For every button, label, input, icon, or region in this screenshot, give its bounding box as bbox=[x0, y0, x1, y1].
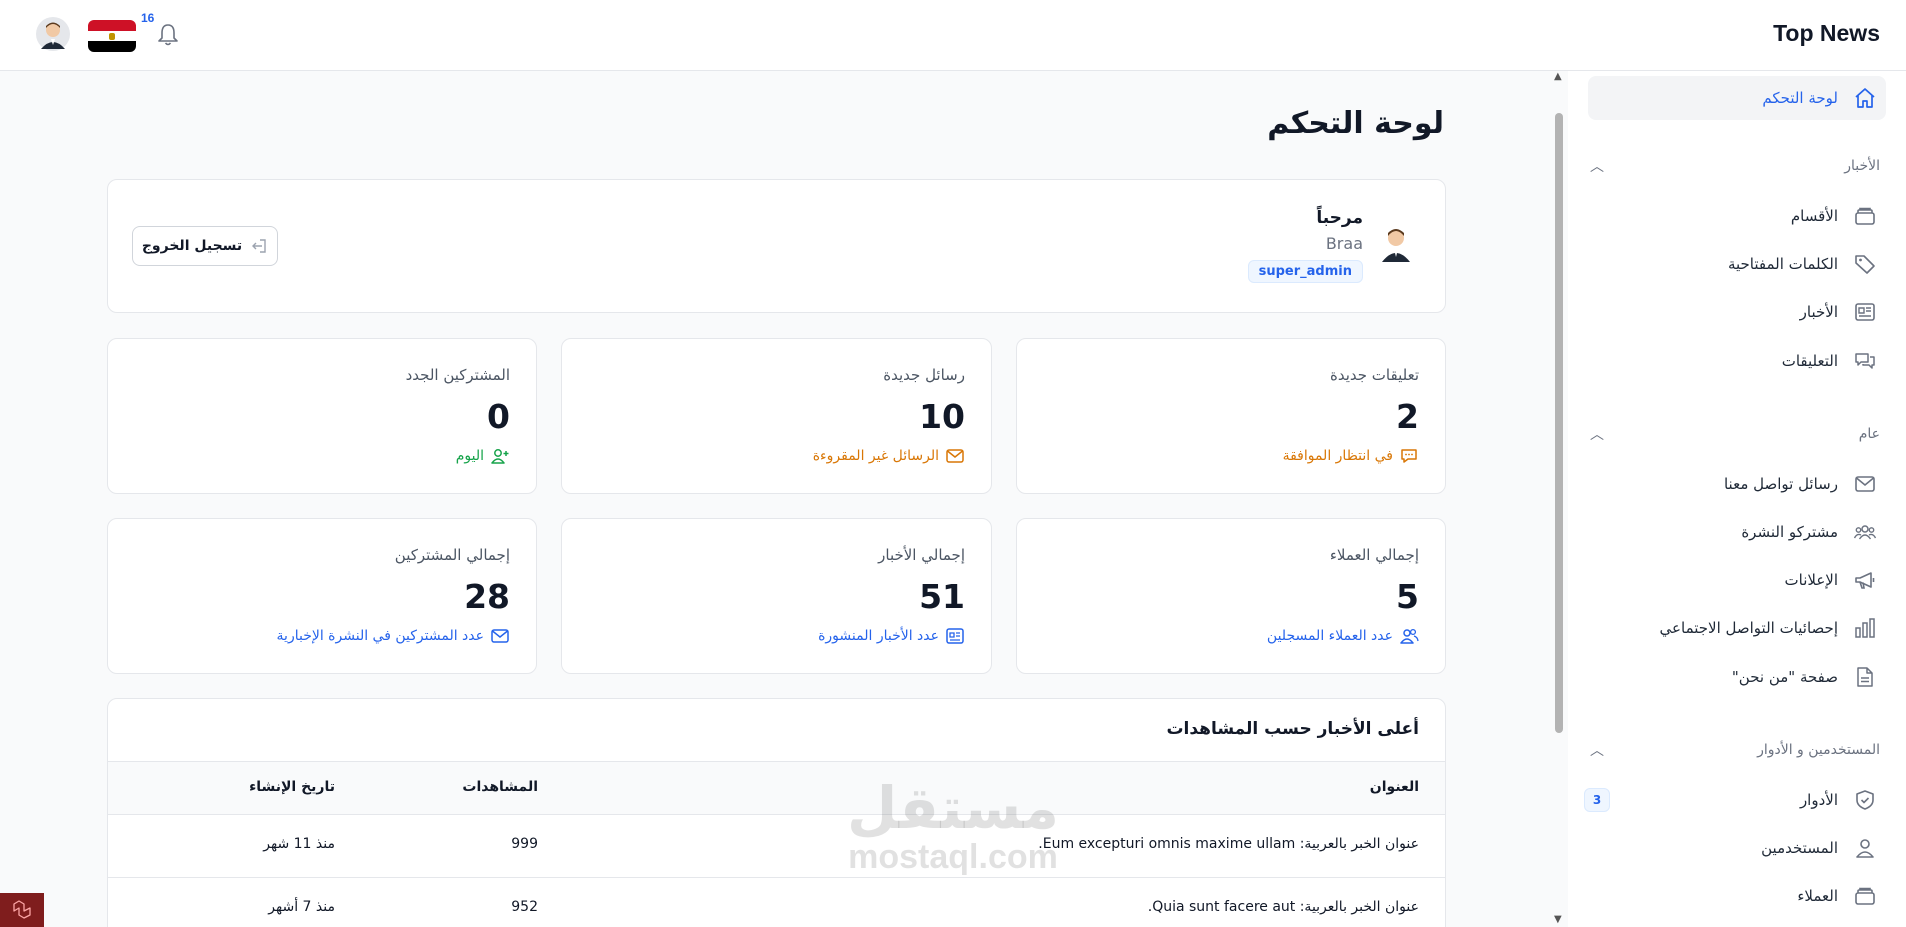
table-row[interactable]: عنوان الخبر بالعربية: Quia sunt facere a… bbox=[108, 878, 1445, 927]
document-icon bbox=[1852, 664, 1878, 690]
user-icon bbox=[1852, 835, 1878, 861]
stat-value: 51 bbox=[919, 577, 965, 616]
page-title: لوحة التحكم bbox=[1267, 106, 1444, 141]
sidebar-item-comments[interactable]: التعليقات bbox=[1568, 339, 1906, 383]
sidebar-item-categories[interactable]: الأقسام bbox=[1568, 194, 1906, 238]
bell-icon[interactable] bbox=[156, 22, 180, 48]
stat-value: 28 bbox=[464, 577, 510, 616]
sidebar-item-dashboard[interactable]: لوحة التحكم bbox=[1588, 76, 1886, 120]
stat-card-total-clients[interactable]: إجمالي العملاء 5 عدد العملاء المسجلين bbox=[1016, 518, 1446, 674]
main-scrollbar[interactable]: ▲ ▼ bbox=[1550, 71, 1568, 927]
user-plus-icon bbox=[490, 446, 510, 466]
sidebar-group-general[interactable]: عام ︿ bbox=[1590, 420, 1880, 448]
newspaper-icon bbox=[1852, 299, 1878, 325]
users-icon bbox=[1399, 626, 1419, 646]
scroll-down-arrow-icon[interactable]: ▼ bbox=[1554, 914, 1562, 925]
stat-value: 0 bbox=[487, 397, 510, 436]
cell-title: عنوان الخبر بالعربية: Eum excepturi omni… bbox=[1038, 836, 1419, 852]
chevron-up-icon: ︿ bbox=[1590, 427, 1604, 443]
stat-value: 5 bbox=[1396, 577, 1419, 616]
home-icon bbox=[1852, 85, 1878, 111]
chevron-up-icon: ︿ bbox=[1590, 159, 1604, 175]
notification-count-badge: 16 bbox=[141, 11, 155, 25]
scroll-up-arrow-icon[interactable]: ▲ bbox=[1554, 71, 1562, 82]
newspaper-icon bbox=[945, 626, 965, 646]
column-created[interactable]: تاريخ الإنشاء bbox=[249, 779, 335, 795]
sidebar-item-roles[interactable]: الأدوار 3 bbox=[1568, 778, 1906, 822]
shield-check-icon bbox=[1852, 787, 1878, 813]
welcome-card: مرحباً Braa super_admin تسجيل الخروج bbox=[107, 179, 1446, 313]
chat-bubble-icon bbox=[1399, 446, 1419, 466]
scroll-thumb[interactable] bbox=[1555, 113, 1563, 733]
cell-views: 952 bbox=[511, 899, 538, 915]
envelope-icon bbox=[490, 626, 510, 646]
stat-card-total-subscribers[interactable]: إجمالي المشتركين 28 عدد المشتركين في الن… bbox=[107, 518, 537, 674]
stat-card-total-news[interactable]: إجمالي الأخبار 51 عدد الأخبار المنشورة bbox=[561, 518, 992, 674]
stat-value: 2 bbox=[1396, 397, 1419, 436]
logout-button[interactable]: تسجيل الخروج bbox=[132, 226, 278, 266]
sidebar-item-keywords[interactable]: الكلمات المفتاحية bbox=[1568, 242, 1906, 286]
cell-created: منذ 7 أشهر bbox=[268, 899, 335, 915]
sidebar-item-label: لوحة التحكم bbox=[1762, 89, 1838, 107]
sidebar-item-clients[interactable]: العملاء bbox=[1568, 874, 1906, 918]
top-news-heading: أعلى الأخبار حسب المشاهدات bbox=[1166, 719, 1419, 739]
logout-label: تسجيل الخروج bbox=[141, 238, 243, 254]
sidebar-group-news[interactable]: الأخبار ︿ bbox=[1590, 152, 1880, 180]
megaphone-icon bbox=[1852, 567, 1878, 593]
username: Braa bbox=[1325, 234, 1363, 253]
table-header: العنوان المشاهدات تاريخ الإنشاء bbox=[108, 761, 1445, 815]
stack-icon bbox=[1852, 203, 1878, 229]
welcome-greeting: مرحباً bbox=[1316, 208, 1363, 228]
brand-title[interactable]: Top News bbox=[1773, 20, 1880, 47]
sidebar: لوحة التحكم الأخبار ︿ الأقسام الكلمات ال… bbox=[1568, 71, 1906, 927]
envelope-icon bbox=[1852, 471, 1878, 497]
users-group-icon bbox=[1852, 519, 1878, 545]
top-news-card: أعلى الأخبار حسب المشاهدات العنوان المشا… bbox=[107, 698, 1446, 927]
sidebar-item-newsletter-subscribers[interactable]: مشتركو النشرة bbox=[1568, 510, 1906, 554]
column-views[interactable]: المشاهدات bbox=[462, 779, 538, 795]
roles-count-badge: 3 bbox=[1584, 788, 1610, 812]
role-badge: super_admin bbox=[1247, 260, 1363, 283]
stat-value: 10 bbox=[919, 397, 965, 436]
sidebar-item-social-stats[interactable]: إحصائيات التواصل الاجتماعي bbox=[1568, 606, 1906, 650]
envelope-icon bbox=[945, 446, 965, 466]
stat-card-new-subscribers[interactable]: المشتركين الجدد 0 اليوم bbox=[107, 338, 537, 494]
logout-icon bbox=[252, 239, 266, 253]
stack-icon bbox=[1852, 883, 1878, 909]
tag-icon bbox=[1852, 251, 1878, 277]
stat-card-new-messages[interactable]: رسائل جديدة 10 الرسائل غير المقروءة bbox=[561, 338, 992, 494]
user-avatar-icon[interactable] bbox=[36, 17, 70, 51]
sidebar-item-about-page[interactable]: صفحة "من نحن" bbox=[1568, 655, 1906, 699]
sidebar-item-ads[interactable]: الإعلانات bbox=[1568, 558, 1906, 602]
cell-views: 999 bbox=[511, 836, 538, 852]
avatar bbox=[1375, 222, 1417, 264]
sidebar-item-news[interactable]: الأخبار bbox=[1568, 290, 1906, 334]
sidebar-group-users-roles[interactable]: المستخدمين و الأدوار ︿ bbox=[1590, 736, 1880, 764]
chevron-up-icon: ︿ bbox=[1590, 743, 1604, 759]
framework-logo-icon[interactable] bbox=[0, 893, 44, 927]
bar-chart-icon bbox=[1852, 615, 1878, 641]
cell-title: عنوان الخبر بالعربية: Quia sunt facere a… bbox=[1147, 899, 1419, 915]
column-title[interactable]: العنوان bbox=[1370, 779, 1419, 795]
language-flag-icon[interactable] bbox=[88, 20, 136, 52]
sidebar-item-users[interactable]: المستخدمين bbox=[1568, 826, 1906, 870]
stat-card-new-comments[interactable]: تعليقات جديدة 2 في انتظار الموافقة bbox=[1016, 338, 1446, 494]
chat-bubbles-icon bbox=[1852, 348, 1878, 374]
top-bar: Top News 16 bbox=[0, 0, 1906, 71]
table-row[interactable]: عنوان الخبر بالعربية: Eum excepturi omni… bbox=[108, 815, 1445, 878]
cell-created: منذ 11 شهر bbox=[263, 836, 335, 852]
sidebar-item-contact-messages[interactable]: رسائل تواصل معنا bbox=[1568, 462, 1906, 506]
